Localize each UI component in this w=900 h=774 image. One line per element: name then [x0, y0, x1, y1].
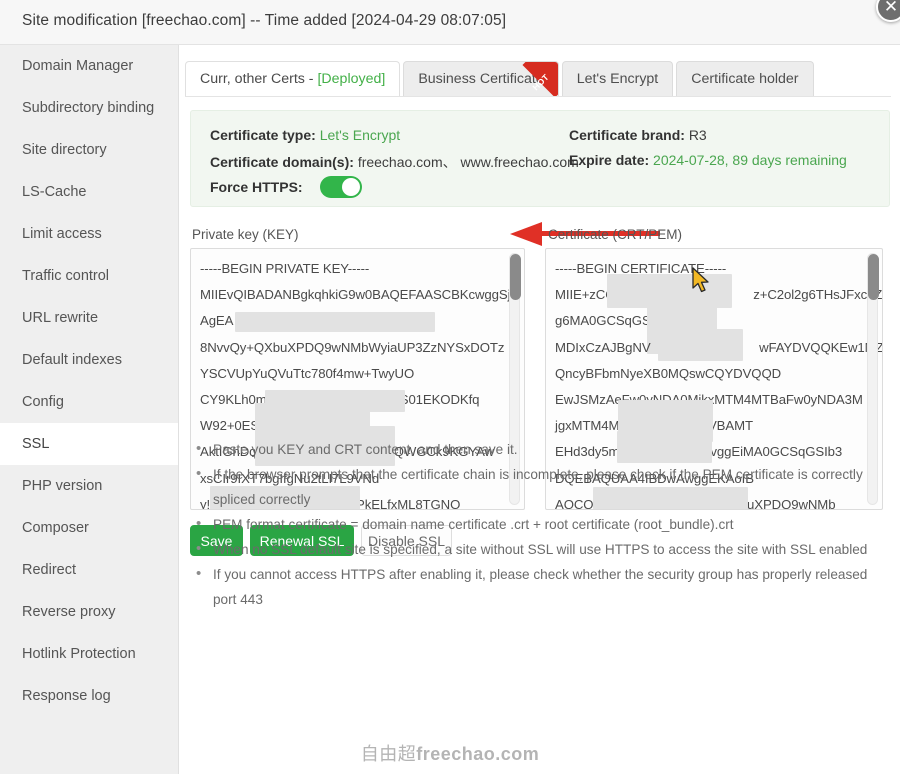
note-item: PEM format certificate = domain name cer… [190, 511, 890, 537]
certificate-type-row: Certificate type: Let's Encrypt [210, 127, 400, 143]
redaction-block [235, 312, 435, 333]
cert-line-text: g6MA0GCSqGSI [555, 313, 655, 329]
watermark-cn: 自由超 [360, 744, 417, 764]
note-item: If you cannot access HTTPS after enablin… [190, 561, 890, 612]
tab-label-certificate-holder: Certificate holder [691, 71, 799, 87]
cert-line-suffix: wFAYDVQQKEw1MZX [759, 339, 883, 355]
sidebar-item-url-rewrite[interactable]: URL rewrite [0, 297, 178, 339]
ssl-help-notes: Paste you KEY and CRT content, and then … [190, 436, 890, 612]
note-item: Paste you KEY and CRT content, and then … [190, 436, 890, 462]
tab-label-current-other-certs: Curr, other Certs - [200, 71, 318, 87]
toggle-knob [342, 178, 360, 196]
main-content: Curr, other Certs - [Deployed] Business … [180, 45, 900, 774]
tab-label-business-certificate: Business Certificate [418, 71, 544, 87]
tab-business-certificate[interactable]: Business Certificate HOT [403, 61, 559, 97]
sidebar: Domain Manager Subdirectory binding Site… [0, 45, 179, 774]
key-line: -----BEGIN PRIVATE KEY----- [200, 256, 504, 282]
cert-line-suffix: VBAMT [707, 418, 753, 434]
sidebar-item-ls-cache[interactable]: LS-Cache [0, 171, 178, 213]
sidebar-item-site-directory[interactable]: Site directory [0, 129, 178, 171]
certificate-expire-label: Expire date: [569, 152, 650, 168]
key-line: MIIEvQIBADANBgkqhkiG9w0BAQEFAASCBKcwggSj [200, 282, 511, 308]
sidebar-item-hotlink-protection[interactable]: Hotlink Protection [0, 633, 178, 675]
tabs-divider [185, 96, 891, 97]
cert-line-suffix: z+C2ol2g6THsJFxcdZv [753, 287, 883, 303]
arrow-head [510, 222, 542, 246]
certificate-scrollbar-thumb[interactable] [868, 254, 879, 300]
note-item: If the browser prompts that the certific… [190, 461, 890, 512]
redaction-block [658, 328, 743, 361]
private-key-label: Private key (KEY) [192, 227, 299, 242]
sidebar-item-default-indexes[interactable]: Default indexes [0, 339, 178, 381]
tab-status-deployed: [Deployed] [317, 71, 386, 87]
certificate-info-panel: Certificate type: Let's Encrypt Certific… [190, 110, 890, 207]
certificate-brand-value: R3 [688, 127, 707, 143]
certificate-brand-row: Certificate brand: R3 [569, 127, 707, 143]
key-line: YSCVUpYuQVuTtc780f4mw+TwyUO [200, 361, 504, 387]
certificate-label: Certificate (CRT/PEM) [548, 227, 683, 242]
site-modification-dialog: Site modification [freechao.com] -- Time… [0, 0, 900, 774]
certificate-domain-row: Certificate domain(s): freechao.com、 www… [210, 152, 579, 172]
sidebar-item-subdirectory-binding[interactable]: Subdirectory binding [0, 87, 178, 129]
certificate-domain-value: freechao.com、 www.freechao.com [357, 154, 579, 170]
cert-line: MDIxCzAJBgNV wFAYDVQQKEw1MZX [555, 328, 882, 361]
key-line-text: 8NvvQy+QXbuXPDQ9wNMbWyiaUP3ZzNYSxDOTz [200, 339, 505, 355]
tab-lets-encrypt[interactable]: Let's Encrypt [561, 61, 674, 97]
tab-label-lets-encrypt: Let's Encrypt [576, 71, 659, 87]
sidebar-item-composer[interactable]: Composer [0, 507, 178, 549]
private-key-scrollbar-thumb[interactable] [510, 254, 521, 300]
key-line-text: -----BEGIN PRIVATE KEY----- [200, 261, 370, 276]
cert-line-text: MIIE+zCC [555, 287, 615, 303]
certificate-expire-value: 2024-07-28, 89 days remaining [653, 152, 847, 168]
certificate-brand-label: Certificate brand: [569, 127, 685, 143]
force-https-row: Force HTTPS: [210, 176, 362, 198]
sidebar-item-redirect[interactable]: Redirect [0, 549, 178, 591]
sidebar-item-php-version[interactable]: PHP version [0, 465, 178, 507]
key-line-text: MIIEvQIBADANBgkqhkiG9w0BAQEFAASCBKcwggSj [200, 287, 511, 303]
key-line: 8NvvQy+QXbuXPDQ9wNMbWyiaUP3ZzNYSxDOTz [200, 335, 504, 361]
page-title: Site modification [freechao.com] -- Time… [22, 12, 507, 29]
certificate-domain-label: Certificate domain(s): [210, 154, 354, 170]
sidebar-item-response-log[interactable]: Response log [0, 675, 178, 717]
dialog-titlebar: Site modification [freechao.com] -- Time… [0, 0, 900, 45]
sidebar-item-domain-manager[interactable]: Domain Manager [0, 45, 178, 87]
key-line: AgEA [200, 308, 504, 334]
sidebar-item-limit-access[interactable]: Limit access [0, 213, 178, 255]
sidebar-item-ssl[interactable]: SSL [0, 423, 178, 465]
force-https-label: Force HTTPS: [210, 179, 303, 195]
sidebar-item-config[interactable]: Config [0, 381, 178, 423]
key-line-text: AgEA [200, 313, 234, 329]
close-icon[interactable]: ✕ [876, 0, 900, 22]
note-item: When no SSL default site is specified, a… [190, 536, 890, 562]
certificate-type-value: Let's Encrypt [319, 127, 401, 143]
sidebar-item-reverse-proxy[interactable]: Reverse proxy [0, 591, 178, 633]
tab-current-other-certs[interactable]: Curr, other Certs - [Deployed] [185, 61, 401, 97]
certificate-expire-row: Expire date: 2024-07-28, 89 days remaini… [569, 152, 847, 168]
sidebar-item-traffic-control[interactable]: Traffic control [0, 255, 178, 297]
key-line-text: YSCVUpYuQVuTtc780f4mw+TwyUO [200, 365, 415, 381]
watermark: 自由超freechao.com [0, 740, 900, 766]
cert-line: QncyBFbmNyeXB0MQswCQYDVQQD [555, 361, 862, 387]
tab-certificate-holder[interactable]: Certificate holder [676, 61, 814, 97]
certificate-type-label: Certificate type: [210, 127, 316, 143]
cert-line-text: MDIxCzAJBgNV [555, 339, 651, 355]
cert-line-text: QncyBFbmNyeXB0MQswCQYDVQQD [555, 365, 782, 381]
watermark-en: freechao.com [416, 744, 540, 764]
certificate-tabs: Curr, other Certs - [Deployed] Business … [185, 61, 817, 97]
force-https-toggle[interactable] [320, 176, 362, 198]
